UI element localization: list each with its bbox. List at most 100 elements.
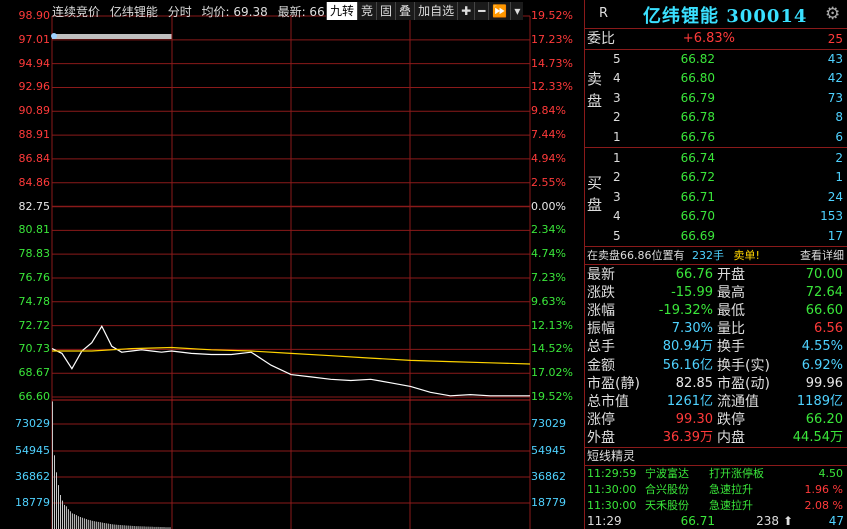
auction-start-dot: [51, 33, 57, 39]
volume-bar: [67, 509, 69, 529]
volume-tick-right: 73029: [531, 417, 566, 430]
zoom-in-icon[interactable]: ✚: [457, 2, 475, 20]
stat-label: 金额: [587, 357, 615, 374]
pct-tick: 0.00%: [531, 199, 566, 213]
volume-tick-right: 36862: [531, 470, 566, 483]
volume-bar: [121, 525, 123, 529]
volume-tick-right: 54945: [531, 444, 566, 457]
alert-time: 11:30:00: [587, 499, 637, 512]
buy-row[interactable]: 3 66.71 24: [585, 188, 847, 206]
stat-value: 80.94万: [662, 339, 713, 355]
alert-value: 2.08 %: [804, 499, 843, 512]
order-volume: 42: [827, 71, 843, 86]
tick-count: 47: [828, 514, 844, 528]
volume-bar: [115, 524, 117, 529]
stat-label: 总手: [587, 339, 615, 356]
sell-row[interactable]: 4 66.80 42: [585, 69, 847, 87]
stat-value: 44.54万: [792, 429, 843, 445]
order-price: 66.80: [680, 71, 715, 86]
price-tick: 66.60: [18, 390, 51, 403]
pct-tick: 19.52%: [531, 390, 573, 403]
volume-bar: [123, 525, 125, 529]
alert-event: 急速拉升: [709, 499, 753, 512]
stat-label: 涨停: [587, 411, 615, 428]
pct-tick: 12.33%: [531, 80, 573, 94]
buy-row[interactable]: 5 66.69 17: [585, 227, 847, 245]
price-tick: 68.67: [18, 366, 51, 380]
fixed-button[interactable]: 固: [376, 2, 396, 20]
price-tick: 74.78: [18, 294, 51, 308]
stat-label: 开盘: [717, 267, 745, 283]
stat-row: 总手 80.94万 换手 4.55%: [585, 338, 847, 356]
add-watchlist-button[interactable]: 加自选: [414, 2, 458, 20]
stat-row: 涨幅 -19.32% 最低 66.60: [585, 302, 847, 320]
stat-value: 99.96: [805, 375, 843, 391]
info-volume: 232手: [692, 249, 724, 262]
divider: [585, 246, 847, 247]
volume-bar: [111, 524, 113, 529]
level-number: 3: [613, 189, 621, 204]
gear-icon[interactable]: ⚙: [825, 4, 840, 24]
info-type: 卖单!: [733, 249, 760, 262]
volume-bar: [125, 525, 127, 529]
volume-bar: [56, 472, 57, 529]
buy-row[interactable]: 4 66.70 153: [585, 207, 847, 225]
buy-row[interactable]: 2 66.72 1: [585, 168, 847, 186]
level-number: 2: [613, 170, 621, 185]
intraday-chart[interactable]: 连续竞价 亿纬锂能 分时 均价: 69.38 最新: 66 九转 竞 固 叠 加…: [0, 0, 584, 529]
nine-turn-button[interactable]: 九转: [326, 2, 358, 20]
level-number: 4: [613, 71, 621, 86]
stat-label: 换手: [717, 339, 745, 356]
zoom-out-icon[interactable]: ━: [474, 2, 489, 20]
order-volume: 1: [835, 170, 843, 185]
chart-canvas[interactable]: [0, 0, 584, 529]
level-number: 3: [613, 90, 621, 105]
auction-button[interactable]: 竞: [357, 2, 377, 20]
alert-event: 急速拉升: [709, 483, 753, 496]
stat-label: 涨跌: [587, 285, 615, 302]
volume-bar: [64, 504, 65, 529]
stat-value: 1189亿: [796, 393, 843, 409]
play-icon[interactable]: ⏩: [488, 2, 511, 20]
alert-time: 11:30:00: [587, 483, 637, 496]
sell-row[interactable]: 5 66.82 43: [585, 50, 847, 68]
volume-bar: [69, 511, 71, 529]
order-volume: 8: [835, 110, 843, 125]
volume-bar: [97, 521, 99, 529]
alert-stock: 宁波富达: [645, 467, 689, 480]
order-price: 66.76: [680, 129, 715, 144]
latest-tick: 11:29 66.71 238 ⬆ 47: [585, 514, 847, 529]
tick-price: 66.71: [680, 514, 715, 528]
stat-value: 70.00: [805, 267, 843, 282]
overlay-button[interactable]: 叠: [395, 2, 415, 20]
alert-time: 11:29:59: [587, 467, 637, 480]
stock-name: 亿纬锂能: [109, 5, 158, 19]
price-tick: 90.89: [18, 104, 51, 118]
level-number: 5: [613, 52, 621, 66]
stat-label: 流通值: [717, 393, 759, 410]
volume-tick: 36862: [15, 470, 50, 483]
dropdown-icon[interactable]: ▾: [510, 2, 524, 20]
buy-row[interactable]: 1 66.74 2: [585, 149, 847, 167]
volume-bar: [101, 522, 103, 529]
price-tick: 70.73: [18, 342, 51, 356]
volume-bar: [77, 516, 79, 529]
view-detail-link[interactable]: 查看详细: [800, 248, 844, 264]
order-volume: 2: [835, 151, 843, 165]
stat-row: 涨停 99.30 跌停 66.20: [585, 411, 847, 429]
pct-tick: 17.23%: [531, 32, 573, 46]
sell-row[interactable]: 3 66.79 73: [585, 89, 847, 107]
sell-row[interactable]: 1 66.76 6: [585, 128, 847, 146]
stat-value: 66.20: [805, 411, 843, 427]
price-tick: 97.01: [18, 32, 51, 46]
stock-title[interactable]: 亿纬锂能 300014: [643, 2, 807, 28]
order-price: 66.69: [680, 228, 715, 243]
sell-row[interactable]: 2 66.78 8: [585, 108, 847, 126]
alert-event: 打开涨停板: [709, 467, 764, 480]
price-tick: 98.90: [18, 9, 51, 22]
alerts-title[interactable]: 短线精灵: [587, 448, 635, 464]
weibi-pct: +6.83%: [682, 31, 735, 46]
volume-tick: 54945: [15, 444, 50, 457]
stat-row: 市盈(静) 82.85 市盈(动) 99.96: [585, 375, 847, 393]
pct-tick: 9.84%: [531, 104, 566, 118]
